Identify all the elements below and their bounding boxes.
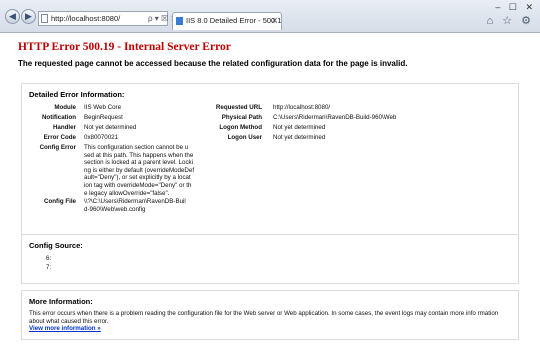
- config-source-line: 7:: [46, 264, 52, 271]
- address-text: http://localhost:8080/: [51, 14, 121, 23]
- config-file-text: \\?\C:\Users\Riderman\RavenDB-Buil d-960…: [84, 198, 186, 213]
- config-error-line: e legacy allowOverride="false".: [84, 189, 170, 197]
- logon-user-label: Logon User: [227, 134, 262, 141]
- detailed-error-heading: Detailed Error Information:: [29, 90, 125, 99]
- ie-icon: [176, 17, 183, 25]
- physical-path-label: Physical Path: [221, 114, 262, 121]
- logon-method-value: Not yet determined: [273, 124, 326, 131]
- handler-label: Handler: [52, 124, 76, 131]
- module-value: IIS Web Core: [84, 104, 122, 111]
- config-source-line: 6:: [46, 255, 52, 262]
- requested-url-label: Requested URL: [215, 104, 262, 111]
- more-info-panel: More Information: This error occurs when…: [21, 290, 519, 340]
- view-more-link[interactable]: View more information »: [29, 325, 101, 332]
- notification-value: BeginRequest: [84, 114, 123, 121]
- requested-url-value: http://localhost:8080/: [273, 104, 331, 111]
- logon-method-label: Logon Method: [219, 124, 262, 131]
- physical-path-value: C:\Users\Riderman\RavenDB-Build-960\Web: [273, 114, 397, 121]
- window-controls[interactable]: – ☐ ✕: [495, 2, 536, 13]
- page-subtitle: The requested page cannot be accessed be…: [18, 59, 408, 68]
- config-error-text: This configuration section cannot be u s…: [84, 144, 194, 197]
- config-error-line: sed at this path. This happens when the: [84, 151, 194, 159]
- config-file-label: Config File: [44, 198, 76, 205]
- tab-title: IIS 8.0 Detailed Error - 500.1...: [186, 16, 282, 25]
- tab-error-page[interactable]: IIS 8.0 Detailed Error - 500.1... ✕: [172, 12, 282, 30]
- more-info-text: This error occurs when there is a proble…: [29, 310, 499, 325]
- browser-chrome: ◀ ▶ http://localhost:8080/ ρ ▾ ☒ ✕ IIS 8…: [0, 0, 540, 33]
- config-error-line: This configuration section cannot be u: [84, 144, 189, 151]
- tab-close-icon[interactable]: ✕: [271, 13, 278, 29]
- more-info-text-block: This error occurs when there is a proble…: [29, 310, 515, 333]
- page-content: HTTP Error 500.19 - Internal Server Erro…: [0, 33, 540, 359]
- config-error-line: section is locked at a parent level. Loc…: [84, 159, 194, 167]
- config-source-panel: Config Source: 6: 7:: [21, 234, 519, 284]
- config-source-heading: Config Source:: [29, 241, 83, 250]
- toolbar-right-icons[interactable]: ⌂ ☆ ⚙: [487, 14, 534, 27]
- config-file-line: d-960\Web\web.config: [84, 205, 146, 213]
- config-error-label: Config Error: [39, 144, 76, 151]
- config-error-line: ault="Deny"), or set explicitly by a loc…: [84, 174, 191, 182]
- forward-icon[interactable]: ▶: [21, 9, 36, 24]
- page-title: HTTP Error 500.19 - Internal Server Erro…: [18, 41, 231, 53]
- detailed-error-panel: Detailed Error Information: Module IIS W…: [21, 83, 519, 251]
- config-error-line: ng is either by default (overrideModeDef: [84, 166, 195, 174]
- config-error-line: ion tag with overrideMode="Deny" or th: [84, 181, 192, 189]
- error-code-label: Error Code: [43, 134, 76, 141]
- handler-value: Not yet determined: [84, 124, 137, 131]
- notification-label: Notification: [41, 114, 76, 121]
- error-code-value: 0x80070021: [84, 134, 119, 141]
- more-info-heading: More Information:: [29, 297, 93, 306]
- config-file-line: \\?\C:\Users\Riderman\RavenDB-Buil: [84, 198, 186, 205]
- module-label: Module: [54, 104, 76, 111]
- page-icon: [41, 14, 48, 23]
- logon-user-value: Not yet determined: [273, 134, 326, 141]
- back-icon[interactable]: ◀: [5, 9, 20, 24]
